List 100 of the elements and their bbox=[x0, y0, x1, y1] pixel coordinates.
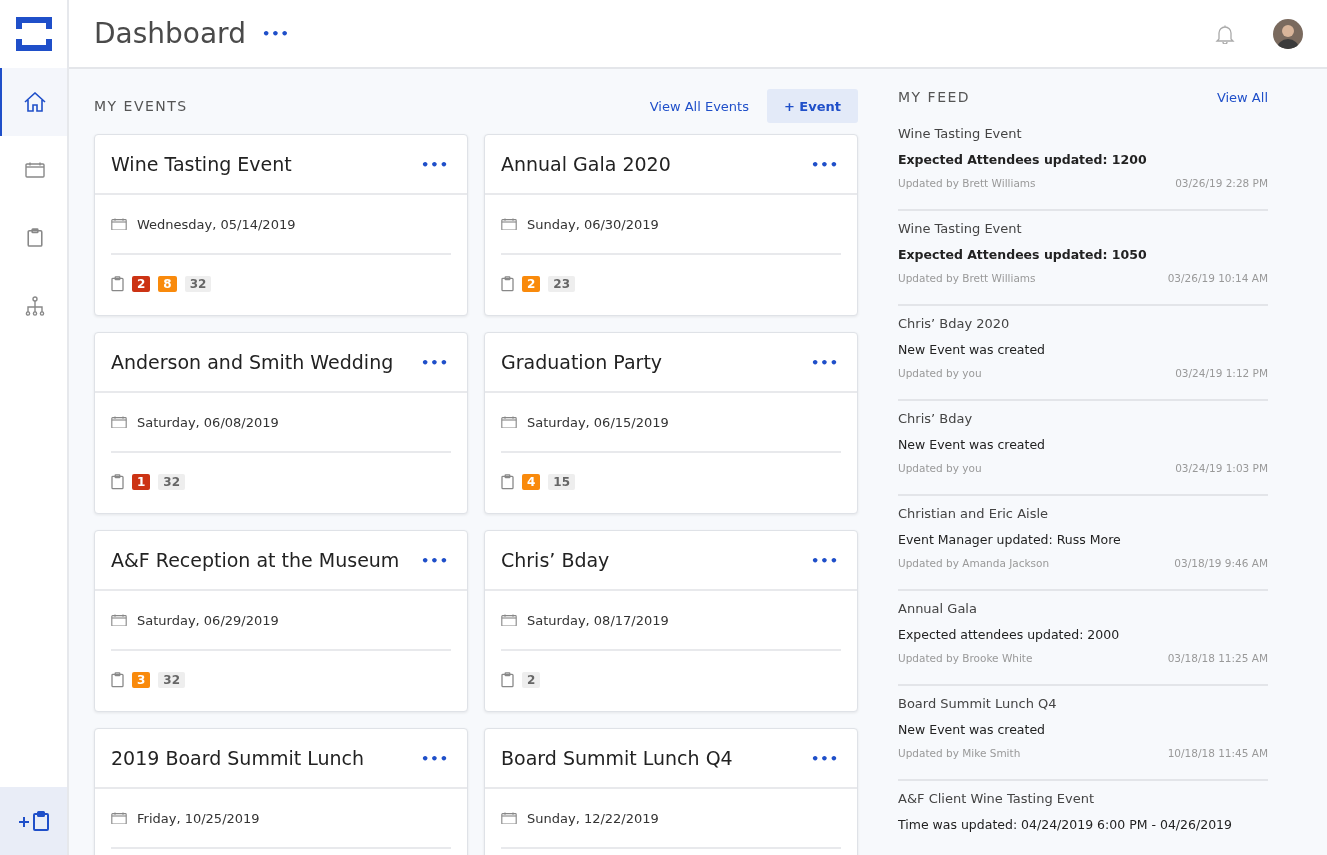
section-title: MY EVENTS bbox=[94, 98, 188, 114]
feed-event-name: Wine Tasting Event bbox=[898, 126, 1023, 143]
more-button[interactable]: ••• bbox=[257, 26, 294, 41]
count-badge: 32 bbox=[184, 276, 212, 292]
clipboard-icon[interactable] bbox=[26, 228, 43, 248]
count-badge: 2 bbox=[522, 276, 541, 292]
clipboard-icon bbox=[501, 276, 514, 292]
feed-change: New Event was created bbox=[898, 342, 1046, 359]
feed-event-name: A&F Client Wine Tasting Event bbox=[898, 791, 1096, 808]
event-title: Annual Gala 2020 bbox=[501, 153, 671, 175]
event-date: Saturday, 06/08/2019 bbox=[137, 414, 279, 430]
more-button[interactable]: ••• bbox=[417, 552, 453, 568]
page-title: Dashboard bbox=[94, 17, 246, 50]
clipboard-icon bbox=[111, 276, 124, 292]
calendar-icon bbox=[501, 811, 517, 825]
more-button[interactable]: ••• bbox=[807, 354, 843, 370]
event-title: Wine Tasting Event bbox=[111, 153, 292, 175]
event-title: Board Summit Lunch Q4 bbox=[501, 747, 733, 769]
event-card[interactable]: Wine Tasting Event ••• Wednesday, 05/14/2019 2 8 32 bbox=[94, 134, 468, 316]
count-badge: 23 bbox=[548, 276, 576, 292]
event-card[interactable]: Anderson and Smith Wedding ••• Saturday, 06/08/2019 1 32 bbox=[94, 332, 468, 514]
feed-event-name: Christian and Eric Aisle bbox=[898, 506, 1050, 523]
event-title: Chris’ Bday bbox=[501, 549, 610, 571]
feed-time: 03/26/19 2:28 PM bbox=[1175, 177, 1268, 189]
feed-time: 10/18/18 11:45 AM bbox=[1167, 747, 1268, 759]
event-title: Graduation Party bbox=[501, 351, 663, 373]
feed-change: Time was updated: 04/24/2019 6:00 PM - 04/26/2019 bbox=[898, 817, 1233, 834]
feed-event-name: Board Summit Lunch Q4 bbox=[898, 696, 1058, 713]
calendar-icon bbox=[501, 613, 517, 627]
feed-time: 03/24/19 1:03 PM bbox=[1175, 462, 1268, 474]
org-chart-icon[interactable] bbox=[24, 296, 45, 316]
event-card[interactable]: Board Summit Lunch Q4 ••• Sunday, 12/22/2019 bbox=[484, 728, 858, 855]
plus-clipboard-icon bbox=[16, 811, 51, 831]
calendar-icon bbox=[24, 162, 45, 178]
more-button[interactable]: ••• bbox=[807, 750, 843, 766]
event-date: Friday, 10/25/2019 bbox=[137, 810, 260, 826]
feed-change: Expected Attendees updated: 1050 bbox=[898, 247, 1148, 264]
count-badge: 4 bbox=[522, 474, 541, 490]
add-event-button[interactable] bbox=[0, 787, 67, 855]
feed-event-name: Chris’ Bday bbox=[898, 411, 974, 428]
feed-author: Updated by Mike Smith bbox=[898, 747, 1021, 759]
feed-author: Updated by Brett Williams bbox=[898, 272, 1036, 284]
count-badge: 3 bbox=[132, 672, 151, 688]
more-button[interactable]: ••• bbox=[807, 156, 843, 172]
feed-time: 03/18/19 9:46 AM bbox=[1174, 557, 1268, 569]
event-date: Saturday, 06/15/2019 bbox=[527, 414, 669, 430]
feed-event-name: Annual Gala bbox=[898, 601, 978, 618]
bell-icon[interactable] bbox=[1215, 23, 1235, 44]
calendar-icon bbox=[501, 415, 517, 429]
avatar[interactable] bbox=[1273, 18, 1303, 49]
event-date: Sunday, 06/30/2019 bbox=[527, 216, 659, 232]
event-title: 2019 Board Summit Lunch bbox=[111, 747, 364, 769]
more-button[interactable]: ••• bbox=[807, 552, 843, 568]
event-date: Saturday, 08/17/2019 bbox=[527, 612, 669, 628]
event-date: Sunday, 12/22/2019 bbox=[527, 810, 659, 826]
count-badge: 2 bbox=[522, 672, 541, 688]
home-icon[interactable] bbox=[23, 92, 46, 112]
event-card[interactable]: A&F Reception at the Museum ••• Saturday, 06/29/2019 3 32 bbox=[94, 530, 468, 712]
event-card[interactable]: Annual Gala 2020 ••• Sunday, 06/30/2019 2 23 bbox=[484, 134, 858, 316]
view-all-link[interactable]: View All bbox=[1216, 89, 1268, 105]
clipboard-icon bbox=[111, 672, 124, 688]
clipboard-icon bbox=[111, 474, 124, 490]
more-button[interactable]: ••• bbox=[417, 156, 453, 172]
feed-time: 03/18/18 11:25 AM bbox=[1167, 652, 1268, 664]
event-title: Anderson and Smith Wedding bbox=[111, 351, 394, 373]
event-card[interactable]: Chris’ Bday ••• Saturday, 08/17/2019 2 bbox=[484, 530, 858, 712]
feed-change: New Event was created bbox=[898, 722, 1046, 739]
count-badge: 32 bbox=[158, 474, 186, 490]
section-title: MY FEED bbox=[898, 89, 971, 105]
feed-change: New Event was created bbox=[898, 437, 1046, 454]
feed-event-name: Chris’ Bday 2020 bbox=[898, 316, 1011, 333]
count-badge: 32 bbox=[158, 672, 186, 688]
feed-author: Updated by you bbox=[898, 367, 982, 379]
view-all-events-link[interactable]: View All Events bbox=[649, 98, 749, 114]
count-badge: 8 bbox=[158, 276, 177, 292]
feed-author: Updated by Amanda Jackson bbox=[898, 557, 1050, 569]
feed-author: Updated by Brooke White bbox=[898, 652, 1033, 664]
count-badge: 2 bbox=[132, 276, 151, 292]
event-card[interactable]: Graduation Party ••• Saturday, 06/15/2019 4 15 bbox=[484, 332, 858, 514]
count-badge: 1 bbox=[132, 474, 151, 490]
calendar-icon bbox=[111, 415, 127, 429]
event-date: Wednesday, 05/14/2019 bbox=[137, 216, 296, 232]
calendar-icon bbox=[111, 811, 127, 825]
feed-change: Event Manager updated: Russ More bbox=[898, 532, 1122, 549]
feed-time: 03/26/19 10:14 AM bbox=[1167, 272, 1268, 284]
event-card[interactable]: 2019 Board Summit Lunch ••• Friday, 10/25/2019 bbox=[94, 728, 468, 855]
calendar-icon bbox=[111, 217, 127, 231]
clipboard-icon bbox=[501, 672, 514, 688]
feed-time: 03/24/19 1:12 PM bbox=[1175, 367, 1268, 379]
more-button[interactable]: ••• bbox=[417, 750, 453, 766]
calendar-icon bbox=[501, 217, 517, 231]
feed-author: Updated by you bbox=[898, 462, 982, 474]
feed-change: Expected Attendees updated: 1200 bbox=[898, 152, 1148, 169]
more-button[interactable]: ••• bbox=[417, 354, 453, 370]
count-badge: 15 bbox=[548, 474, 576, 490]
add-event-button[interactable]: + Event bbox=[766, 89, 858, 123]
calendar-icon bbox=[111, 613, 127, 627]
logo-icon bbox=[15, 17, 52, 51]
feed-event-name: Wine Tasting Event bbox=[898, 221, 1023, 238]
nav-item[interactable] bbox=[0, 68, 67, 136]
